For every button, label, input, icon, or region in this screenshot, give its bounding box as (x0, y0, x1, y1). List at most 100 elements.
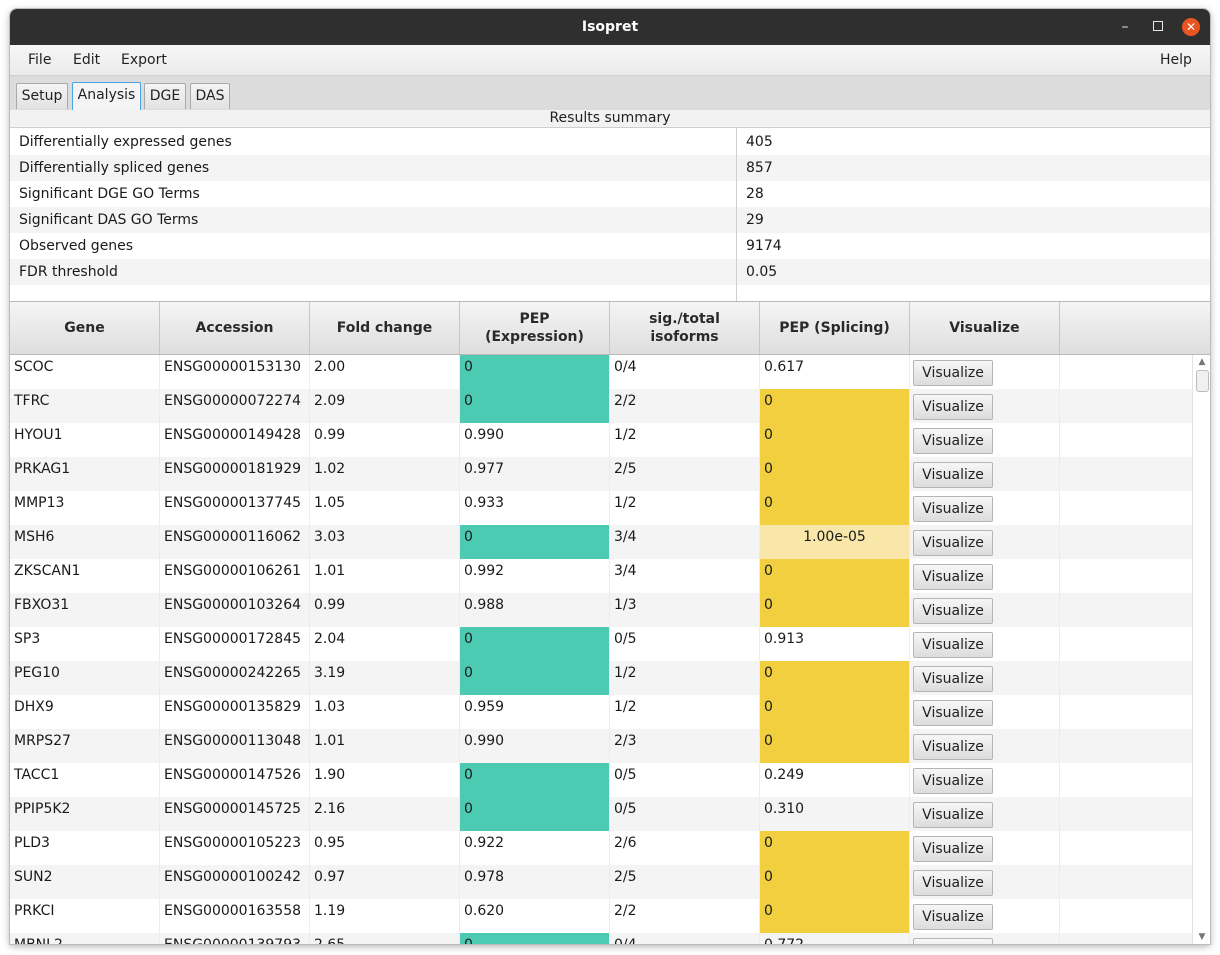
visualize-button[interactable]: Visualize (913, 734, 993, 760)
visualize-button[interactable]: Visualize (913, 632, 993, 658)
column-header-isoforms[interactable]: sig./total isoforms (610, 302, 760, 354)
gene-cell: PRKCI (10, 899, 160, 933)
column-header-pep-splicing[interactable]: PEP (Splicing) (760, 302, 910, 354)
table-row[interactable]: PLD3 ENSG00000105223 0.95 0.922 2/6 0 Visualiz… (10, 831, 1192, 865)
isoforms-cell: 2/2 (610, 899, 760, 933)
visualize-button[interactable]: Visualize (913, 428, 993, 454)
summary-row: Differentially expressed genes 405 (10, 129, 1210, 155)
tab-strip: Setup Analysis DGE DAS (10, 76, 1210, 111)
menu-file[interactable]: File (28, 45, 51, 75)
table-row[interactable]: SCOC ENSG00000153130 2.00 0 0/4 0.617 Visualiz… (10, 355, 1192, 389)
pep-expression-cell: 0.620 (460, 899, 610, 933)
table-row[interactable]: MSH6 ENSG00000116062 3.03 0 3/4 1.00e-05 Visua… (10, 525, 1192, 559)
fold-change-cell: 2.16 (310, 797, 460, 831)
scroll-up-icon[interactable]: ▲ (1193, 355, 1210, 369)
gene-cell: DHX9 (10, 695, 160, 729)
fold-change-cell: 1.01 (310, 559, 460, 593)
visualize-button[interactable]: Visualize (913, 836, 993, 862)
isoforms-cell: 1/2 (610, 661, 760, 695)
visualize-button[interactable]: Visualize (913, 462, 993, 488)
visualize-cell: Visualize (910, 355, 1060, 389)
column-header-gene[interactable]: Gene (10, 302, 160, 354)
pep-splicing-cell: 0 (760, 865, 910, 899)
isoforms-cell: 1/2 (610, 491, 760, 525)
visualize-button[interactable]: Visualize (913, 904, 993, 930)
minimize-icon[interactable]: – (1113, 9, 1137, 45)
table-row[interactable]: DHX9 ENSG00000135829 1.03 0.959 1/2 0 Visualiz… (10, 695, 1192, 729)
vertical-scrollbar[interactable]: ▲ ▼ (1192, 355, 1210, 944)
table-row[interactable]: ZKSCAN1 ENSG00000106261 1.01 0.992 3/4 0 Visua… (10, 559, 1192, 593)
visualize-button[interactable]: Visualize (913, 700, 993, 726)
menu-export[interactable]: Export (121, 45, 167, 75)
summary-label: Observed genes (19, 238, 134, 254)
visualize-button[interactable]: Visualize (913, 802, 993, 828)
visualize-button[interactable]: Visualize (913, 666, 993, 692)
visualize-button[interactable]: Visualize (913, 598, 993, 624)
table-row[interactable]: TACC1 ENSG00000147526 1.90 0 0/5 0.249 Visuali… (10, 763, 1192, 797)
pep-splicing-cell: 0 (760, 661, 910, 695)
summary-label: FDR threshold (19, 264, 118, 280)
fold-change-cell: 1.19 (310, 899, 460, 933)
table-row[interactable]: HYOU1 ENSG00000149428 0.99 0.990 1/2 0 Visuali… (10, 423, 1192, 457)
visualize-button[interactable]: Visualize (913, 530, 993, 556)
column-header-fold-change[interactable]: Fold change (310, 302, 460, 354)
pep-splicing-cell: 0 (760, 491, 910, 525)
fold-change-cell: 3.03 (310, 525, 460, 559)
table-row[interactable]: PRKAG1 ENSG00000181929 1.02 0.977 2/5 0 Visual… (10, 457, 1192, 491)
visualize-button[interactable]: Visualize (913, 496, 993, 522)
table-row[interactable]: MRPS27 ENSG00000113048 1.01 0.990 2/3 0 Visual… (10, 729, 1192, 763)
table-row[interactable]: MMP13 ENSG00000137745 1.05 0.933 1/2 0 Visuali… (10, 491, 1192, 525)
pep-splicing-cell: 0.913 (760, 627, 910, 661)
visualize-cell: Visualize (910, 627, 1060, 661)
pep-expression-cell: 0.977 (460, 457, 610, 491)
accession-cell: ENSG00000242265 (160, 661, 310, 695)
column-header-pep-expression[interactable]: PEP (Expression) (460, 302, 610, 354)
table-row[interactable]: SUN2 ENSG00000100242 0.97 0.978 2/5 0 Visualiz… (10, 865, 1192, 899)
scrollbar-thumb[interactable] (1196, 370, 1209, 392)
pep-splicing-cell: 0 (760, 593, 910, 627)
column-header-accession[interactable]: Accession (160, 302, 310, 354)
tab-analysis[interactable]: Analysis (72, 82, 141, 110)
menu-help[interactable]: Help (1160, 45, 1192, 75)
table-row[interactable]: FBXO31 ENSG00000103264 0.99 0.988 1/3 0 Visual… (10, 593, 1192, 627)
visualize-button[interactable]: Visualize (913, 360, 993, 386)
results-summary-title: Results summary (10, 110, 1210, 127)
isoforms-cell: 3/4 (610, 559, 760, 593)
scroll-down-icon[interactable]: ▼ (1193, 930, 1210, 944)
summary-value: 857 (746, 160, 773, 176)
isoforms-cell: 0/5 (610, 797, 760, 831)
table-row[interactable]: SP3 ENSG00000172845 2.04 0 0/5 0.913 Visualize (10, 627, 1192, 661)
pep-splicing-cell: 0 (760, 831, 910, 865)
table-row[interactable]: PEG10 ENSG00000242265 3.19 0 1/2 0 Visualize (10, 661, 1192, 695)
maximize-icon[interactable] (1146, 9, 1170, 45)
summary-row: Differentially spliced genes 857 (10, 155, 1210, 181)
isoforms-cell: 2/5 (610, 865, 760, 899)
tab-setup[interactable]: Setup (16, 83, 68, 109)
table-row[interactable]: MBNL2ENSG000001397932.6500/40.772Visuali… (10, 933, 1192, 944)
gene-cell: PEG10 (10, 661, 160, 695)
gene-cell: SP3 (10, 627, 160, 661)
table-row[interactable]: TFRC ENSG00000072274 2.09 0 2/2 0 Visualize (10, 389, 1192, 423)
visualize-button[interactable]: Visualize (913, 938, 993, 944)
summary-label: Significant DAS GO Terms (19, 212, 199, 228)
accession-cell: ENSG00000103264 (160, 593, 310, 627)
results-table: Gene Accession Fold change PEP (Expressi… (10, 302, 1210, 944)
visualize-button[interactable]: Visualize (913, 870, 993, 896)
column-header-visualize[interactable]: Visualize (910, 302, 1060, 354)
accession-cell: ENSG00000139793 (160, 933, 310, 944)
visualize-cell: Visualize (910, 831, 1060, 865)
isoforms-cell: 0/4 (610, 933, 760, 944)
visualize-button[interactable]: Visualize (913, 394, 993, 420)
gene-cell: ZKSCAN1 (10, 559, 160, 593)
tab-dge[interactable]: DGE (144, 83, 186, 109)
tab-das[interactable]: DAS (190, 83, 230, 109)
visualize-button[interactable]: Visualize (913, 564, 993, 590)
close-icon[interactable]: ✕ (1182, 18, 1200, 36)
menu-edit[interactable]: Edit (73, 45, 100, 75)
visualize-button[interactable]: Visualize (913, 768, 993, 794)
gene-cell: FBXO31 (10, 593, 160, 627)
table-row[interactable]: PPIP5K2 ENSG00000145725 2.16 0 0/5 0.310 Visua… (10, 797, 1192, 831)
visualize-cell: Visualize (910, 525, 1060, 559)
visualize-cell: Visualize (910, 389, 1060, 423)
table-row[interactable]: PRKCI ENSG00000163558 1.19 0.620 2/2 0 Visuali… (10, 899, 1192, 933)
